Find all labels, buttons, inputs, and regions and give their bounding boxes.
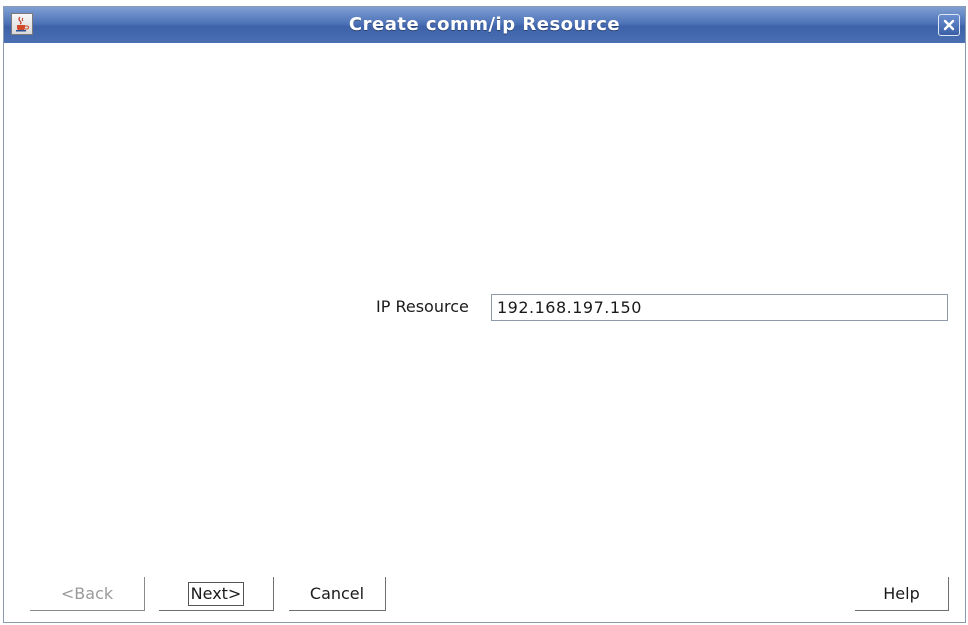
next-button-label: Next> <box>187 582 245 606</box>
help-button[interactable]: Help <box>855 577 949 611</box>
close-icon <box>943 19 955 31</box>
ip-resource-label: IP Resource <box>376 297 469 316</box>
dialog-content: IP Resource <Back Next> Cancel Help <box>4 43 965 622</box>
window-title: Create comm/ip Resource <box>348 14 621 35</box>
cancel-button[interactable]: Cancel <box>289 577 386 611</box>
close-button[interactable] <box>938 14 960 36</box>
next-button[interactable]: Next> <box>159 577 274 611</box>
back-button[interactable]: <Back <box>30 577 145 611</box>
dialog-window: Create comm/ip Resource IP Resource <Bac… <box>3 6 966 623</box>
ip-resource-input[interactable] <box>491 294 948 321</box>
title-bar[interactable]: Create comm/ip Resource <box>4 7 965 44</box>
